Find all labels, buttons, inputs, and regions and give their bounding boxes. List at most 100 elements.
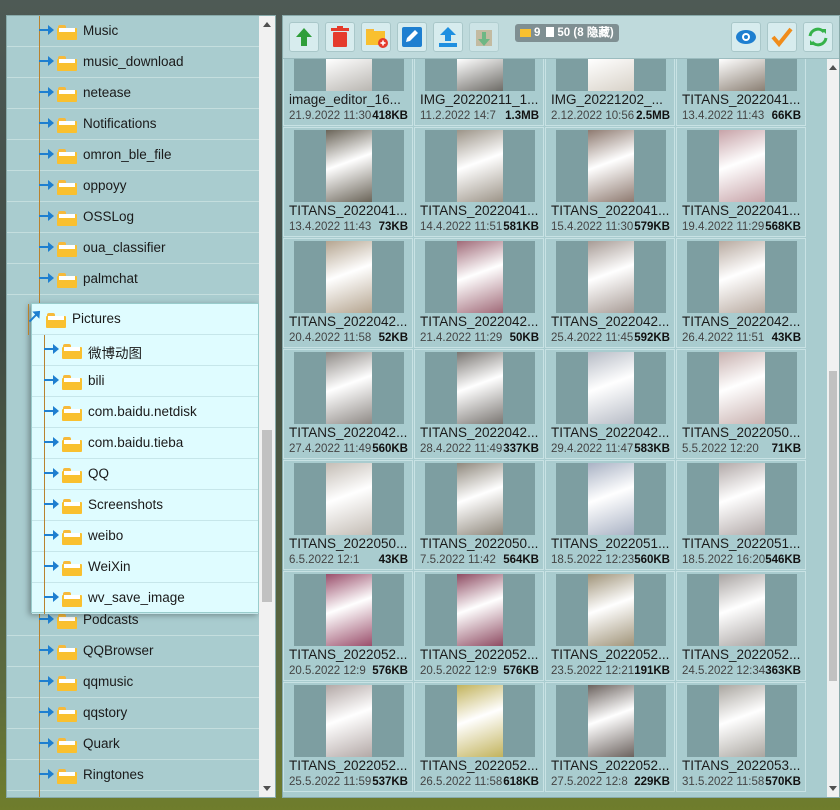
tree-arrow-icon[interactable]: [39, 87, 54, 97]
tree-arrow-icon[interactable]: [39, 211, 54, 221]
file-item[interactable]: TITANS_2022053... 31.5.2022 11:58 570KB: [676, 682, 806, 792]
tree-item[interactable]: Quark: [7, 729, 259, 760]
tree-arrow-icon[interactable]: [44, 499, 59, 509]
file-item[interactable]: TITANS_2022051... 18.5.2022 12:23 560KB: [545, 460, 675, 570]
tree-arrow-icon[interactable]: [28, 313, 38, 323]
tree-item[interactable]: music_download: [7, 47, 259, 78]
refresh-button[interactable]: [803, 22, 833, 52]
tree-arrow-icon[interactable]: [39, 273, 54, 283]
file-item[interactable]: TITANS_2022042... 20.4.2022 11:58 52KB: [283, 238, 413, 348]
rename-button[interactable]: [397, 22, 427, 52]
tree-arrow-icon[interactable]: [39, 738, 54, 748]
file-item[interactable]: TITANS_2022042... 26.4.2022 11:51 43KB: [676, 238, 806, 348]
file-item[interactable]: TITANS_2022050... 6.5.2022 12:1 43KB: [283, 460, 413, 570]
files-scrollbar[interactable]: [827, 59, 839, 797]
file-item[interactable]: IMG_20220211_1... 11.2.2022 14:7 1.3MB: [414, 59, 544, 126]
tree-arrow-icon[interactable]: [44, 437, 59, 447]
file-item[interactable]: TITANS_2022042... 25.4.2022 11:45 592KB: [545, 238, 675, 348]
scroll-up-arrow-icon[interactable]: [829, 65, 837, 70]
go-up-button[interactable]: [289, 22, 319, 52]
tree-arrow-icon[interactable]: [44, 592, 59, 602]
scroll-down-arrow-icon[interactable]: [263, 786, 271, 791]
file-item[interactable]: TITANS_2022042... 29.4.2022 11:47 583KB: [545, 349, 675, 459]
file-item[interactable]: TITANS_2022042... 27.4.2022 11:49 560KB: [283, 349, 413, 459]
tree-item[interactable]: netease: [7, 78, 259, 109]
file-name: TITANS_2022042...: [289, 314, 408, 329]
scroll-up-arrow-icon[interactable]: [263, 22, 271, 27]
tree-arrow-icon[interactable]: [44, 406, 59, 416]
file-item[interactable]: TITANS_2022041... 13.4.2022 11:43 73KB: [283, 127, 413, 237]
tree-arrow-icon[interactable]: [44, 561, 59, 571]
file-item[interactable]: TITANS_2022042... 21.4.2022 11:29 50KB: [414, 238, 544, 348]
file-size: 229KB: [634, 776, 670, 788]
tree-subitem[interactable]: com.baidu.tieba: [32, 428, 258, 459]
tree-subitem[interactable]: 微博动图: [32, 335, 258, 366]
tree-item-pictures[interactable]: Pictures: [28, 304, 258, 335]
toggle-hidden-button[interactable]: [731, 22, 761, 52]
file-item[interactable]: TITANS_2022052... 27.5.2022 12:8 229KB: [545, 682, 675, 792]
tree-subitem[interactable]: Screenshots: [32, 490, 258, 521]
tree-subitem[interactable]: bili: [32, 366, 258, 397]
file-item[interactable]: TITANS_2022052... 20.5.2022 12:9 576KB: [283, 571, 413, 681]
tree-item[interactable]: omron_ble_file: [7, 140, 259, 171]
file-date: 29.4.2022 11:47: [551, 443, 634, 455]
tree-arrow-icon[interactable]: [39, 180, 54, 190]
folder-icon: [57, 56, 77, 71]
tree-arrow-icon[interactable]: [39, 707, 54, 717]
file-item[interactable]: TITANS_2022041... 15.4.2022 11:30 579KB: [545, 127, 675, 237]
tree-arrow-icon[interactable]: [44, 530, 59, 540]
tree-scrollbar[interactable]: [259, 16, 275, 797]
download-button[interactable]: [469, 22, 499, 52]
tree-subitem[interactable]: WeiXin: [32, 552, 258, 583]
tree-item[interactable]: QQBrowser: [7, 636, 259, 667]
new-folder-button[interactable]: [361, 22, 391, 52]
file-item[interactable]: TITANS_2022052... 26.5.2022 11:58 618KB: [414, 682, 544, 792]
tree-item[interactable]: Ringtones: [7, 760, 259, 791]
file-item[interactable]: TITANS_2022041... 13.4.2022 11:43 66KB: [676, 59, 806, 126]
tree-arrow-icon[interactable]: [39, 149, 54, 159]
file-item[interactable]: TITANS_2022052... 23.5.2022 12:21 191KB: [545, 571, 675, 681]
tree-item[interactable]: oua_classifier: [7, 233, 259, 264]
file-item[interactable]: TITANS_2022052... 24.5.2022 12:34 363KB: [676, 571, 806, 681]
tree-arrow-icon[interactable]: [39, 645, 54, 655]
tree-subitem[interactable]: wv_save_image: [32, 583, 258, 614]
file-item[interactable]: image_editor_16... 21.9.2022 11:30 418KB: [283, 59, 413, 126]
tree-arrow-icon[interactable]: [44, 468, 59, 478]
tree-arrow-icon[interactable]: [44, 375, 59, 385]
tree-item[interactable]: qqstory: [7, 698, 259, 729]
tree-subitem[interactable]: QQ: [32, 459, 258, 490]
file-item[interactable]: TITANS_2022050... 7.5.2022 11:42 564KB: [414, 460, 544, 570]
file-item[interactable]: TITANS_2022050... 5.5.2022 12:20 71KB: [676, 349, 806, 459]
tree-item[interactable]: OSSLog: [7, 202, 259, 233]
select-button[interactable]: [767, 22, 797, 52]
tree-item[interactable]: palmchat: [7, 264, 259, 295]
file-item[interactable]: TITANS_2022041... 14.4.2022 11:51 581KB: [414, 127, 544, 237]
tree-item[interactable]: Notifications: [7, 109, 259, 140]
tree-arrow-icon[interactable]: [39, 25, 54, 35]
file-item[interactable]: TITANS_2022052... 25.5.2022 11:59 537KB: [283, 682, 413, 792]
tree-arrow-icon[interactable]: [39, 769, 54, 779]
tree-arrow-icon[interactable]: [39, 56, 54, 66]
files-scrollbar-thumb[interactable]: [829, 371, 837, 681]
tree-item[interactable]: qqmusic: [7, 667, 259, 698]
tree-arrow-icon[interactable]: [39, 676, 54, 686]
tree-arrow-icon[interactable]: [44, 344, 59, 354]
upload-button[interactable]: [433, 22, 463, 52]
file-item[interactable]: TITANS_2022041... 19.4.2022 11:29 568KB: [676, 127, 806, 237]
tree-arrow-icon[interactable]: [39, 242, 54, 252]
file-item[interactable]: TITANS_2022051... 18.5.2022 16:20 546KB: [676, 460, 806, 570]
tree-arrow-icon[interactable]: [39, 614, 54, 624]
tree-item-label: Pictures: [72, 311, 121, 326]
tree-subitem[interactable]: com.baidu.netdisk: [32, 397, 258, 428]
tree-item[interactable]: oppoyy: [7, 171, 259, 202]
tree-scrollbar-thumb[interactable]: [262, 430, 272, 602]
tree-arrow-icon[interactable]: [39, 118, 54, 128]
file-item[interactable]: TITANS_2022052... 20.5.2022 12:9 576KB: [414, 571, 544, 681]
file-item[interactable]: TITANS_2022042... 28.4.2022 11:49 337KB: [414, 349, 544, 459]
scroll-down-arrow-icon[interactable]: [829, 786, 837, 791]
tree-subitem[interactable]: weibo: [32, 521, 258, 552]
delete-button[interactable]: [325, 22, 355, 52]
file-item[interactable]: IMG_20221202_... 2.12.2022 10:56 2.5MB: [545, 59, 675, 126]
file-date: 18.5.2022 16:20: [682, 554, 766, 566]
tree-item[interactable]: Music: [7, 16, 259, 47]
